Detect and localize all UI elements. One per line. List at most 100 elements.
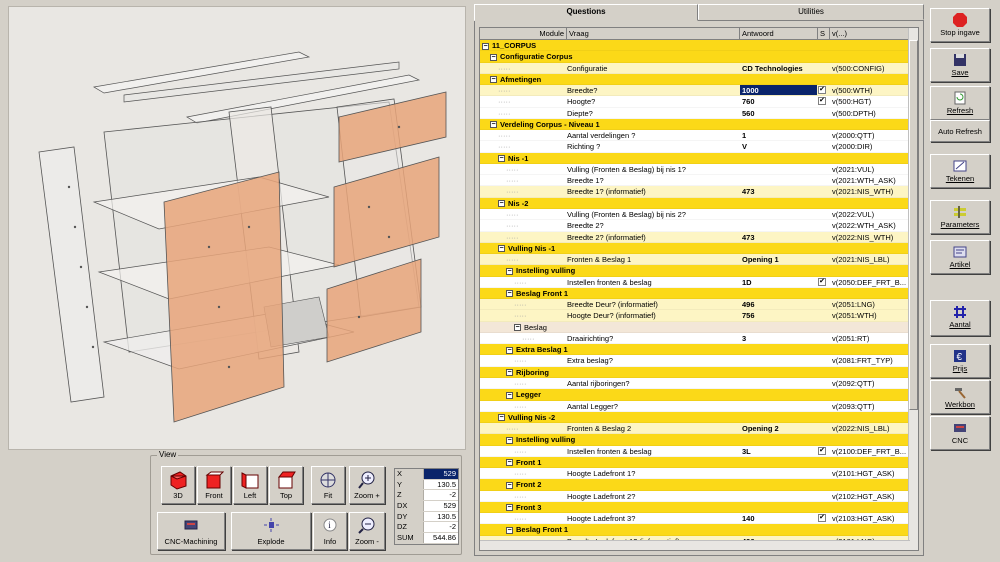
question-row[interactable]: ····· Vulling (Fronten & Beslag) bij nis …: [480, 208, 910, 221]
answer-cell[interactable]: 140: [740, 513, 817, 524]
tab-utilities[interactable]: Utilities: [698, 4, 924, 20]
group-row[interactable]: − Beslag Front 1: [480, 287, 910, 300]
answer-cell[interactable]: 473: [740, 232, 817, 243]
collapse-icon[interactable]: −: [514, 324, 521, 332]
group-row[interactable]: − Instelling vulling: [480, 265, 910, 277]
collapse-icon[interactable]: −: [498, 245, 505, 253]
collapse-icon[interactable]: −: [490, 121, 497, 129]
question-row[interactable]: ····· Breedte 2? v(2022:WTH_ASK): [480, 220, 910, 232]
horizontal-scrollbar[interactable]: [480, 540, 910, 550]
refresh-button[interactable]: Refresh: [930, 86, 990, 120]
group-row[interactable]: − Beslag: [480, 321, 910, 333]
question-row[interactable]: ····· Breedte Deur? (informatief) 496 v(205…: [480, 299, 910, 311]
questions-grid[interactable]: Module Vraag Antwoord S v(...) −11_CORPU…: [479, 27, 919, 551]
werkbon-button[interactable]: Werkbon: [930, 380, 990, 414]
3d-view-button[interactable]: 3D: [161, 466, 195, 504]
top-view-button[interactable]: Top: [269, 466, 303, 504]
stop-input-button[interactable]: Stop ingave: [930, 8, 990, 42]
answer-cell[interactable]: 3: [740, 333, 817, 344]
answer-cell[interactable]: 560: [740, 108, 817, 119]
scroll-thumb[interactable]: [909, 40, 918, 410]
explode-button[interactable]: Explode: [231, 512, 311, 550]
question-row[interactable]: ····· Aantal rijboringen? v(2092:QTT): [480, 377, 910, 390]
collapse-icon[interactable]: −: [482, 42, 489, 50]
question-row[interactable]: ····· Diepte? 560 v(500:DPTH): [480, 107, 910, 119]
zoom-out-button[interactable]: Zoom -: [349, 512, 385, 550]
front-view-button[interactable]: Front: [197, 466, 231, 504]
group-row[interactable]: − Front 2: [480, 479, 910, 491]
prijs-button[interactable]: € Prijs: [930, 344, 990, 378]
group-row[interactable]: − Front 3: [480, 501, 910, 514]
question-row[interactable]: ····· Hoogte? 760 ✔ v(500:HGT): [480, 96, 910, 108]
group-row[interactable]: − Vulling Nis -2: [480, 411, 910, 424]
header-vraag[interactable]: Vraag: [567, 28, 740, 40]
collapse-icon[interactable]: −: [506, 481, 513, 489]
question-row[interactable]: ····· Hoogte Ladefront 3? 140 ✔ v(2103:HGT_A…: [480, 513, 910, 525]
header-module[interactable]: Module: [480, 28, 567, 40]
tekenen-button[interactable]: Tekenen: [930, 154, 990, 188]
answer-cell[interactable]: V: [740, 141, 817, 152]
answer-cell[interactable]: 1D: [740, 277, 817, 288]
collapse-icon[interactable]: −: [506, 459, 513, 467]
group-row[interactable]: −11_CORPUS: [480, 40, 910, 52]
answer-cell[interactable]: 756: [740, 310, 817, 321]
group-row[interactable]: − Beslag Front 1: [480, 524, 910, 536]
question-row[interactable]: ····· Fronten & Beslag 1 Opening 1 v(2021:N…: [480, 254, 910, 266]
collapse-icon[interactable]: −: [490, 53, 497, 61]
question-row[interactable]: ····· Hoogte Ladefront 2? v(2102:HGT_ASK): [480, 490, 910, 502]
group-row[interactable]: − Configuratie Corpus: [480, 51, 910, 63]
collapse-icon[interactable]: −: [490, 76, 497, 84]
tab-questions[interactable]: Questions: [474, 4, 698, 21]
collapse-icon[interactable]: −: [506, 369, 513, 377]
left-view-button[interactable]: Left: [233, 466, 267, 504]
collapse-icon[interactable]: −: [498, 414, 505, 422]
question-row[interactable]: ····· Instellen fronten & beslag 1D ✔ v(2050…: [480, 276, 910, 288]
collapse-icon[interactable]: −: [506, 290, 513, 298]
answer-cell[interactable]: CD Technologies: [740, 63, 817, 74]
collapse-icon[interactable]: −: [498, 155, 505, 163]
group-row[interactable]: − Legger: [480, 389, 910, 401]
question-row[interactable]: ····· Hoogte Ladefront 1? v(2101:HGT_ASK): [480, 468, 910, 480]
question-row[interactable]: ····· Vulling (Fronten & Beslag) bij nis …: [480, 163, 910, 176]
question-row[interactable]: ····· Aantal Legger? v(2093:QTT): [480, 400, 910, 412]
group-row[interactable]: − Extra Beslag 1: [480, 344, 910, 356]
collapse-icon[interactable]: −: [498, 200, 505, 208]
cnc-machining-button[interactable]: CNC-Machining: [157, 512, 225, 550]
answer-cell[interactable]: 1000: [740, 85, 817, 96]
fit-button[interactable]: Fit: [311, 466, 345, 504]
answer-cell[interactable]: Opening 2: [740, 423, 817, 434]
question-row[interactable]: ····· Aantal verdelingen ? 1 v(2000:QTT): [480, 130, 910, 142]
answer-cell[interactable]: 1: [740, 130, 817, 141]
cnc-button[interactable]: CNC: [930, 416, 990, 450]
group-row[interactable]: − Instelling vulling: [480, 434, 910, 446]
group-row[interactable]: − Front 1: [480, 456, 910, 469]
group-row[interactable]: − Nis -1: [480, 152, 910, 164]
3d-viewport[interactable]: [8, 6, 466, 450]
question-row[interactable]: ····· Extra beslag? v(2081:FRT_TYP): [480, 355, 910, 367]
group-row[interactable]: − Vulling Nis -1: [480, 242, 910, 255]
header-v[interactable]: v(...): [830, 28, 910, 40]
answer-cell[interactable]: 496: [740, 299, 817, 310]
parameters-button[interactable]: Parameters: [930, 200, 990, 234]
auto-refresh-toggle[interactable]: Auto Refresh: [930, 120, 990, 142]
question-row[interactable]: ····· Fronten & Beslag 2 Opening 2 v(2022:N…: [480, 423, 910, 435]
question-row[interactable]: ····· Draairichting? 3 v(2051:RT): [480, 332, 910, 345]
question-row[interactable]: ····· Breedte? 1000 ✔ v(500:WTH): [480, 85, 910, 97]
question-row[interactable]: ····· Configuratie CD Technologies v(500:CO…: [480, 62, 910, 74]
group-row[interactable]: − Rijboring: [480, 366, 910, 378]
answer-cell[interactable]: Opening 1: [740, 254, 817, 265]
collapse-icon[interactable]: −: [506, 267, 513, 275]
collapse-icon[interactable]: −: [506, 391, 513, 399]
question-row[interactable]: ····· Richting ? Vv(2000:DIR): [480, 141, 910, 153]
group-row[interactable]: − Verdeling Corpus - Niveau 1: [480, 118, 910, 131]
question-row[interactable]: ····· Breedte 1? v(2021:WTH_ASK): [480, 175, 910, 187]
zoom-in-button[interactable]: Zoom +: [349, 466, 385, 504]
header-s[interactable]: S: [818, 28, 830, 40]
header-antwoord[interactable]: Antwoord: [740, 28, 818, 40]
collapse-icon[interactable]: −: [506, 504, 513, 512]
answer-cell[interactable]: 473: [740, 186, 817, 197]
collapse-icon[interactable]: −: [506, 436, 513, 444]
collapse-icon[interactable]: −: [506, 346, 513, 354]
group-row[interactable]: − Nis -2: [480, 197, 910, 209]
checkbox-checked-icon[interactable]: ✔: [818, 97, 826, 106]
